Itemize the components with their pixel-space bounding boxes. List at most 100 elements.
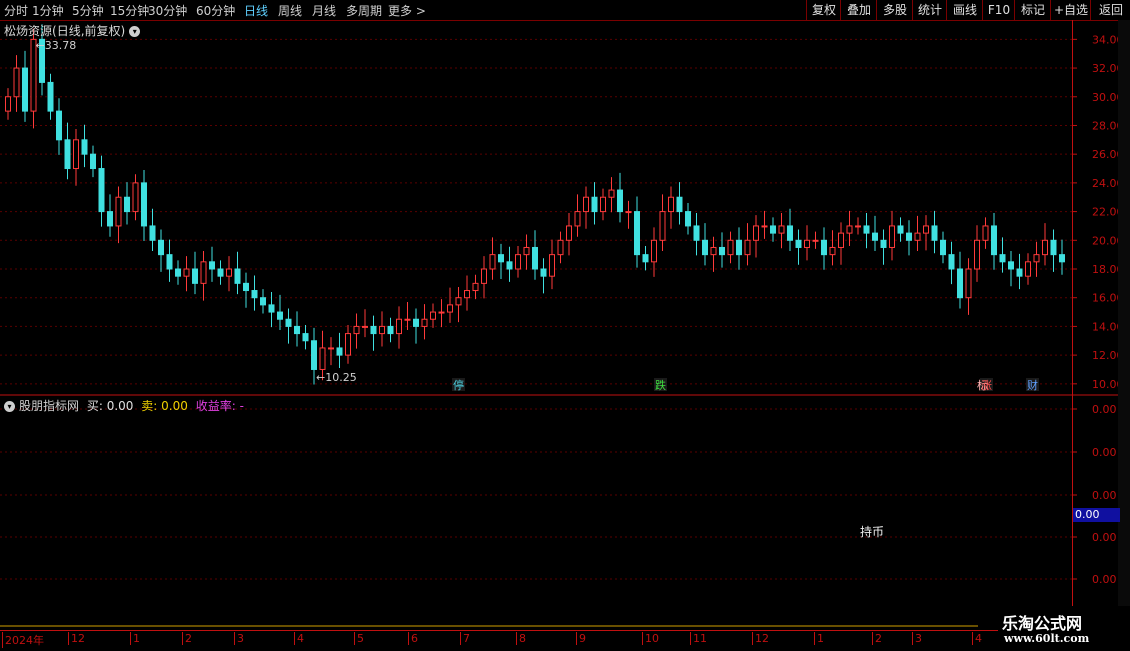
action-button-6[interactable]: 标记 [1014,0,1051,20]
candle-body-8 [73,139,79,170]
candle-body-110 [940,239,946,256]
candle-body-17 [149,225,156,241]
date-label-16: 3 [912,632,922,645]
candle-body-36 [311,340,317,370]
candle-body-116 [991,225,997,256]
period-tab-5[interactable]: 60分钟 [196,2,235,19]
event-marker-1: 跌 [655,378,666,392]
period-tab-3[interactable]: 15分钟 [110,2,149,19]
candle-body-101 [863,225,870,234]
ind-tick-label-2: 0.00 [1092,489,1117,502]
candle-body-93 [795,239,802,248]
candle-body-23 [200,261,207,284]
candle-body-48 [413,318,419,327]
candle-body-14 [124,196,130,213]
event-marker-2: 涨 [981,379,992,392]
candle-body-27 [234,268,241,284]
date-label-5: 4 [294,632,304,645]
period-tab-1[interactable]: 1分钟 [32,2,64,19]
candle-body-79 [676,196,683,213]
candle-body-46 [396,318,402,335]
ind-tick-label-0: 0.00 [1092,403,1117,416]
candle-body-119 [1016,268,1023,277]
event-marker-3: 财 [1027,378,1038,392]
candle-body-0 [5,96,11,112]
date-label-9: 8 [516,632,526,645]
candle-body-106 [906,232,912,241]
candle-body-10 [90,153,96,170]
candle-body-86 [736,239,742,256]
action-button-4[interactable]: 画线 [946,0,983,20]
ind-tick-label-3: 0.00 [1092,531,1117,544]
indicator-title: ▾ 股朋指标网 买: 0.00 卖: 0.00 收益率: - [4,397,244,414]
period-tab-4[interactable]: 30分钟 [148,2,187,19]
date-label-8: 7 [460,632,470,645]
date-label-17: 4 [972,632,982,645]
candle-body-82 [702,239,708,256]
date-label-2: 1 [130,632,140,645]
candle-body-26 [226,268,232,277]
candle-body-115 [982,225,989,241]
candle-body-5 [47,81,54,112]
candle-body-95 [812,239,819,242]
candle-body-109 [931,225,938,241]
candle-body-7 [64,139,71,170]
candle-body-84 [719,246,725,256]
period-toolbar: 分时 1分钟 5分钟 15分钟 30分钟 60分钟 日线 周线 月线 多周期 更多 > 复权 叠加 多股统… [0,0,1130,21]
candle-body-117 [999,254,1006,263]
side-panel-strip[interactable] [1118,20,1130,630]
period-tab-2[interactable]: 5分钟 [72,2,104,19]
candle-body-60 [515,254,521,270]
candle-body-104 [889,225,895,248]
candle-body-100 [855,225,861,228]
action-button-8[interactable]: 返回 [1090,0,1130,20]
period-tab-0[interactable]: 分时 [4,2,28,19]
action-button-2[interactable]: 多股 [876,0,913,20]
candle-body-105 [897,225,904,234]
candle-body-69 [591,196,598,213]
date-label-14: 1 [814,632,824,645]
candle-body-66 [566,225,572,241]
period-tab-10[interactable]: 更多 > [388,2,426,19]
period-tab-7[interactable]: 周线 [278,2,302,19]
candle-body-81 [693,225,700,241]
candle-body-123 [1050,239,1057,256]
candle-body-28 [243,282,249,292]
candle-body-42 [362,325,368,328]
date-label-10: 9 [576,632,586,645]
candle-body-96 [821,239,827,256]
candle-body-111 [948,254,955,270]
candle-body-30 [260,297,266,306]
stock-name: 松炀资源 [4,24,53,38]
date-label-15: 2 [872,632,882,645]
chevron-down-icon[interactable]: ▾ [129,26,141,37]
action-button-1[interactable]: 叠加 [840,0,877,20]
high-annotation: ←33.78 [36,39,77,52]
chevron-down-icon[interactable]: ▾ [4,401,15,412]
candle-body-72 [617,189,623,213]
candle-body-102 [872,232,878,241]
candle-body-31 [268,304,275,313]
period-tab-8[interactable]: 月线 [312,2,336,19]
holding-status: 持币 [860,525,885,539]
candle-body-15 [132,182,139,213]
candle-body-13 [115,196,122,227]
action-button-0[interactable]: 复权 [806,0,841,20]
candle-body-47 [404,318,411,321]
candle-body-91 [778,225,785,234]
brand-watermark: 乐淘公式网 www.60lt.com [998,606,1130,650]
action-button-3[interactable]: 统计 [912,0,947,20]
candle-body-9 [81,139,88,155]
candle-body-57 [489,254,496,270]
brand-url: www.60lt.com [1004,632,1090,645]
period-tab-9[interactable]: 多周期 [346,2,382,19]
candle-body-114 [974,239,980,270]
candle-body-121 [1033,254,1040,263]
candle-body-39 [336,347,343,356]
candle-body-73 [625,211,632,214]
candle-body-58 [498,254,504,263]
action-button-5[interactable]: F10 [982,0,1015,20]
action-button-7[interactable]: +自选 [1050,0,1091,20]
period-tab-6[interactable]: 日线 [244,2,268,19]
candle-body-45 [387,325,394,335]
